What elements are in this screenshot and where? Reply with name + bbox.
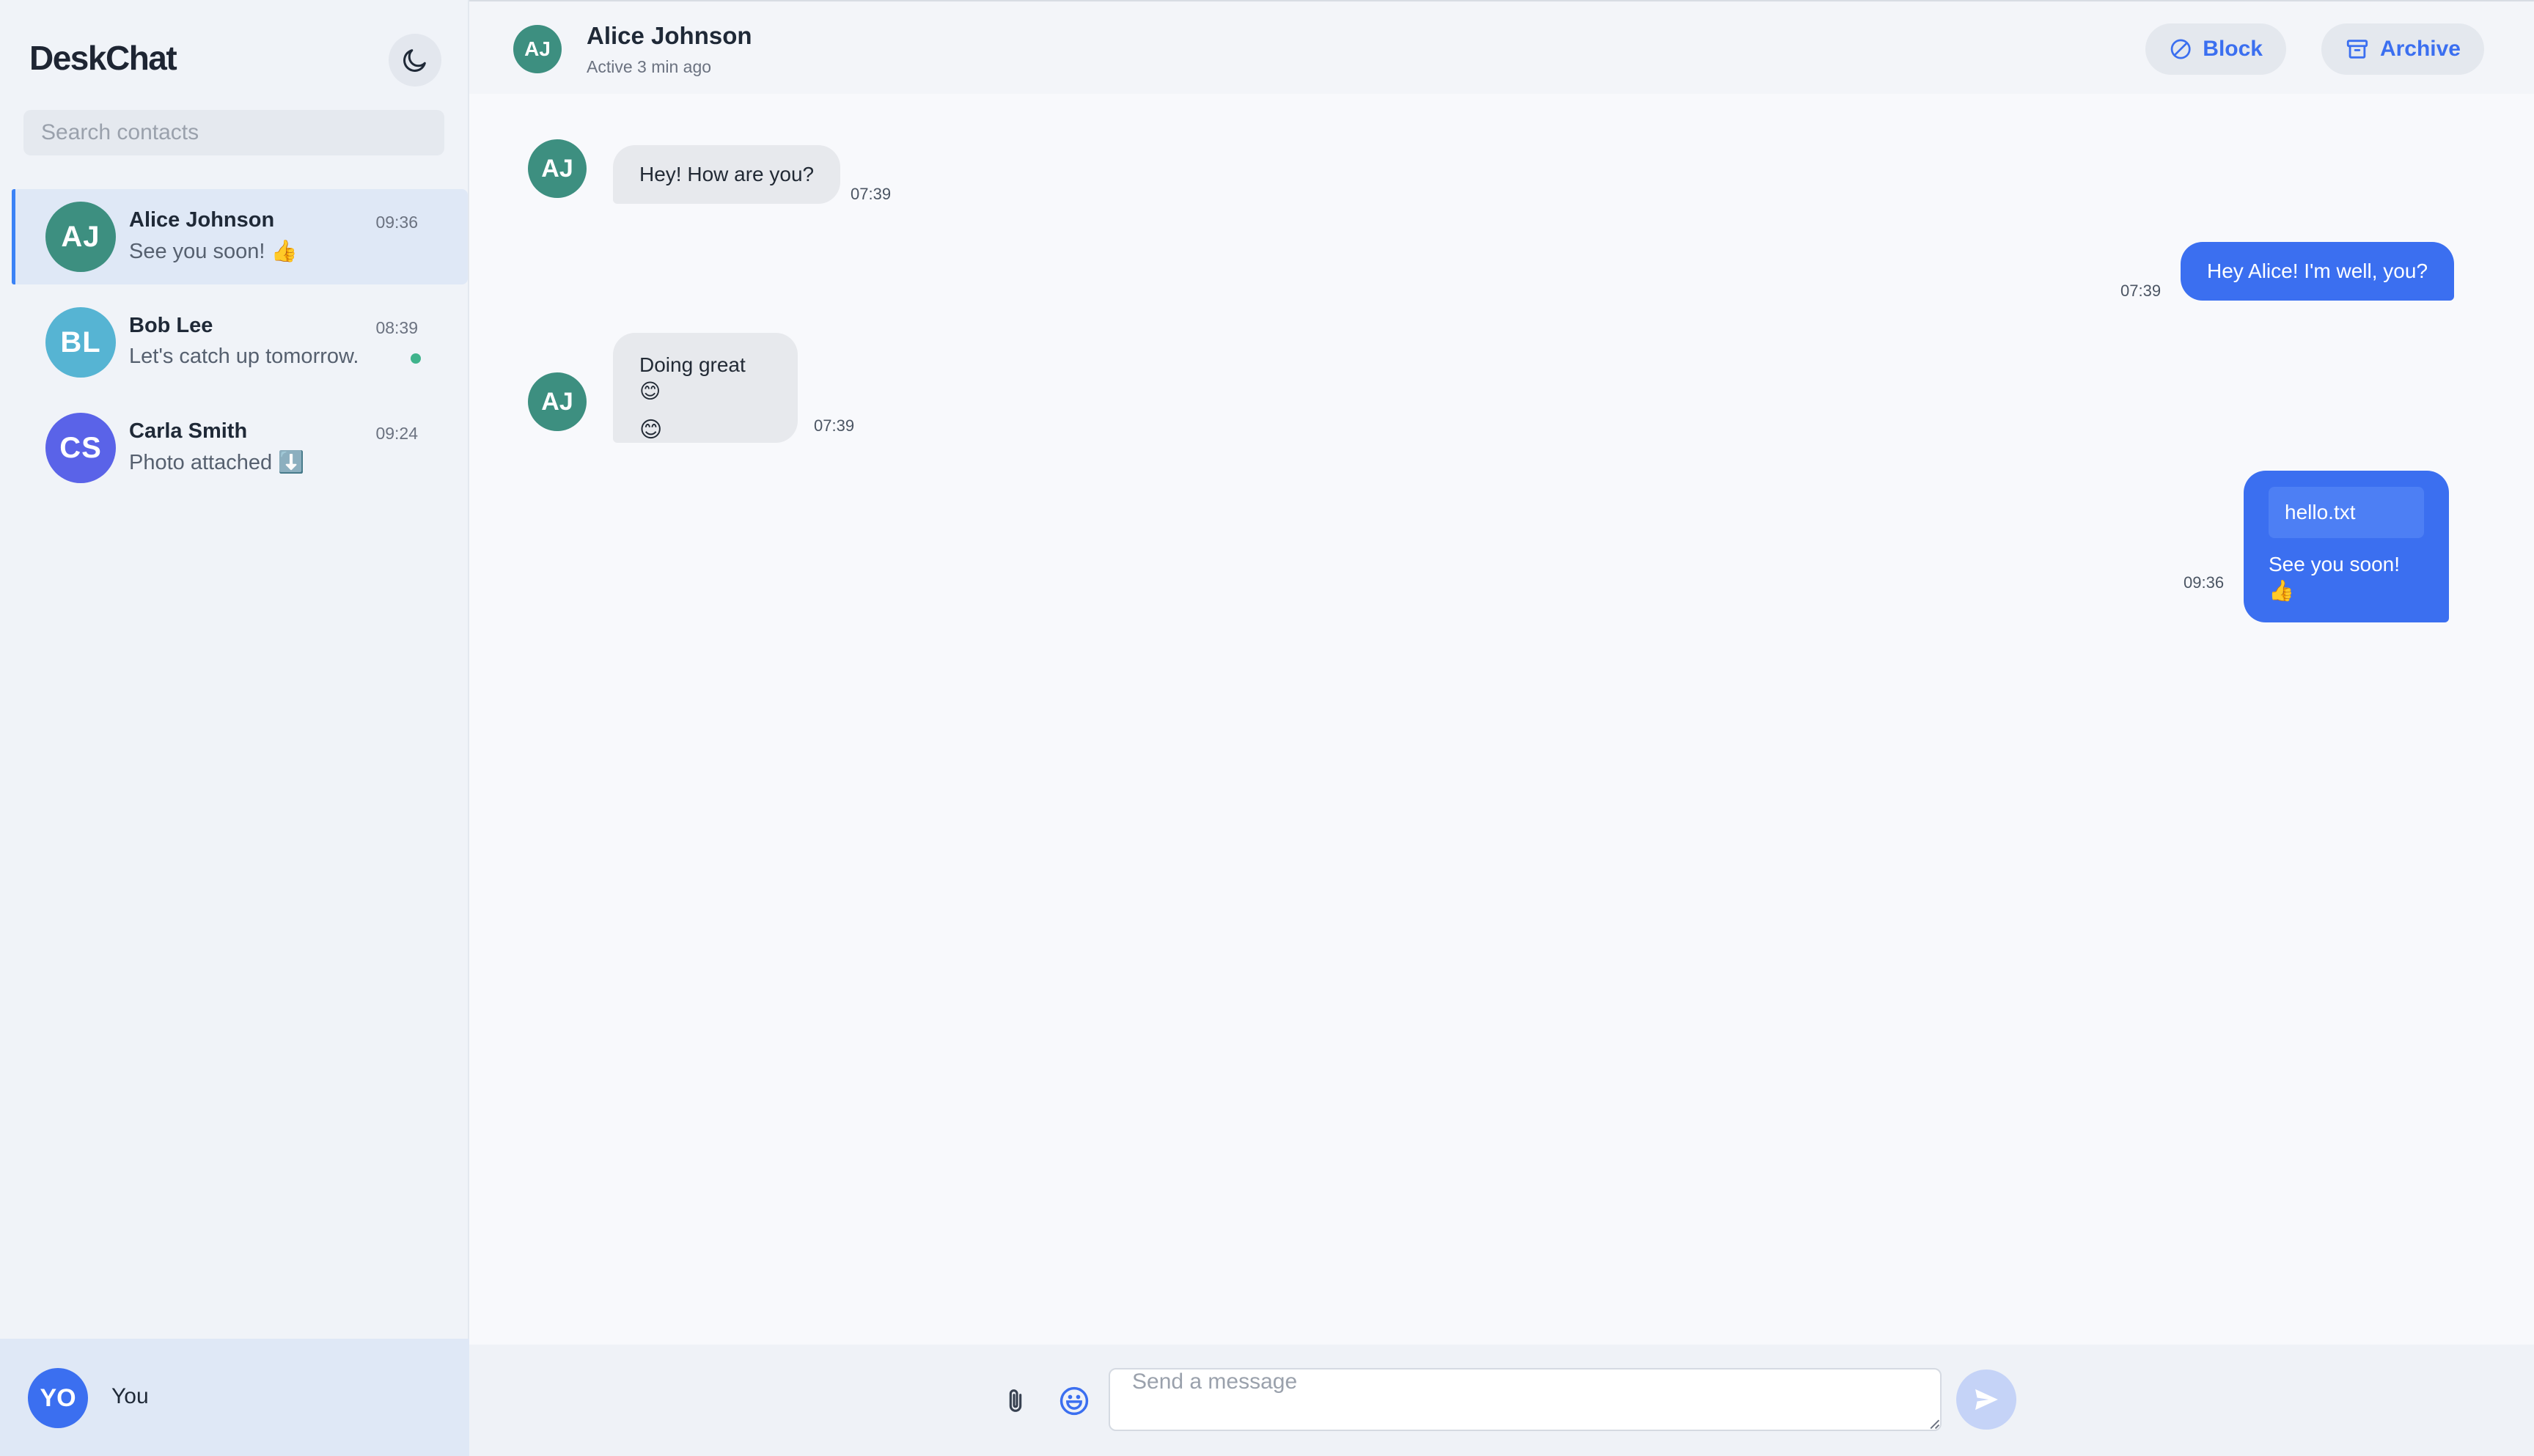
avatar: AJ xyxy=(528,372,587,431)
message-bubble-incoming[interactable]: Doing great 😊 😊 xyxy=(613,333,798,443)
resize-grip-icon[interactable] xyxy=(1928,1418,1940,1430)
message-bubble-outgoing[interactable]: Hey Alice! I'm well, you? xyxy=(2181,242,2455,301)
block-button[interactable]: Block xyxy=(2145,23,2286,75)
message-bubble-incoming[interactable]: Hey! How are you? xyxy=(613,145,841,205)
chat-header: AJ Alice Johnson Active 3 min ago Block … xyxy=(469,0,2534,94)
theme-toggle-button[interactable] xyxy=(389,34,441,87)
contact-list: AJ Alice Johnson See you soon! 👍 09:36 B… xyxy=(0,189,469,496)
message-time: 07:39 xyxy=(2120,282,2162,300)
contact-item-alice-johnson[interactable]: AJ Alice Johnson See you soon! 👍 09:36 xyxy=(12,189,468,284)
search-input[interactable] xyxy=(23,110,444,155)
contact-time: 08:39 xyxy=(375,318,418,337)
message-list: AJ Hey! How are you? 07:39 07:39 Hey Ali… xyxy=(469,94,2534,1345)
current-user-bar[interactable]: YO You xyxy=(0,1339,469,1456)
sidebar: DeskChat AJ Alice Johnson See you soon! … xyxy=(0,0,469,1456)
avatar: AJ xyxy=(528,139,587,198)
avatar: AJ xyxy=(513,25,562,73)
message-input[interactable] xyxy=(1109,1368,1942,1431)
avatar: AJ xyxy=(45,202,116,272)
smile-icon xyxy=(1059,1386,1089,1416)
avatar: CS xyxy=(45,413,116,483)
send-button[interactable] xyxy=(1956,1369,2016,1430)
moon-icon xyxy=(403,49,426,72)
message-time: 09:36 xyxy=(2184,573,2225,592)
message-time: 07:39 xyxy=(851,185,892,203)
message-bubble-outgoing[interactable]: hello.txt See you soon! 👍 xyxy=(2244,471,2449,622)
contact-preview: Let's catch up tomorrow. xyxy=(129,345,359,368)
contact-preview: Photo attached ⬇️ xyxy=(129,451,305,474)
message-composer xyxy=(469,1345,2534,1456)
chat-panel: AJ Alice Johnson Active 3 min ago Block … xyxy=(469,0,2534,1456)
file-attachment[interactable]: hello.txt xyxy=(2269,487,2424,538)
message-reaction: 😊 xyxy=(639,417,663,442)
emoji-button[interactable] xyxy=(1056,1383,1092,1419)
archive-button[interactable]: Archive xyxy=(2321,23,2484,75)
avatar: YO xyxy=(28,1368,88,1428)
avatar: BL xyxy=(45,307,116,378)
contact-name: Bob Lee xyxy=(129,314,213,337)
presence-status: Active 3 min ago xyxy=(587,57,712,76)
contact-preview: See you soon! 👍 xyxy=(129,240,298,263)
send-icon xyxy=(1975,1389,1998,1411)
contact-time: 09:24 xyxy=(375,424,418,443)
block-icon xyxy=(2170,39,2191,59)
archive-icon xyxy=(2346,40,2368,59)
archive-label: Archive xyxy=(2379,37,2461,61)
app-brand: DeskChat xyxy=(29,39,177,77)
block-label: Block xyxy=(2203,37,2263,61)
message-text: See you soon! 👍 xyxy=(2269,553,2401,603)
attach-button[interactable] xyxy=(997,1383,1034,1419)
message-text: Doing great 😊 xyxy=(639,353,746,403)
contact-item-carla-smith[interactable]: CS Carla Smith Photo attached ⬇️ 09:24 xyxy=(12,400,468,496)
contact-item-bob-lee[interactable]: BL Bob Lee Let's catch up tomorrow. 08:3… xyxy=(12,295,468,390)
contact-time: 09:36 xyxy=(375,213,418,232)
contact-name: Alice Johnson xyxy=(129,208,275,232)
current-user-name: You xyxy=(111,1384,149,1408)
unread-indicator xyxy=(411,353,421,364)
contact-name: Carla Smith xyxy=(129,419,248,443)
paperclip-icon xyxy=(1009,1389,1022,1412)
message-time: 07:39 xyxy=(814,416,855,435)
chat-title: Alice Johnson xyxy=(587,22,752,49)
